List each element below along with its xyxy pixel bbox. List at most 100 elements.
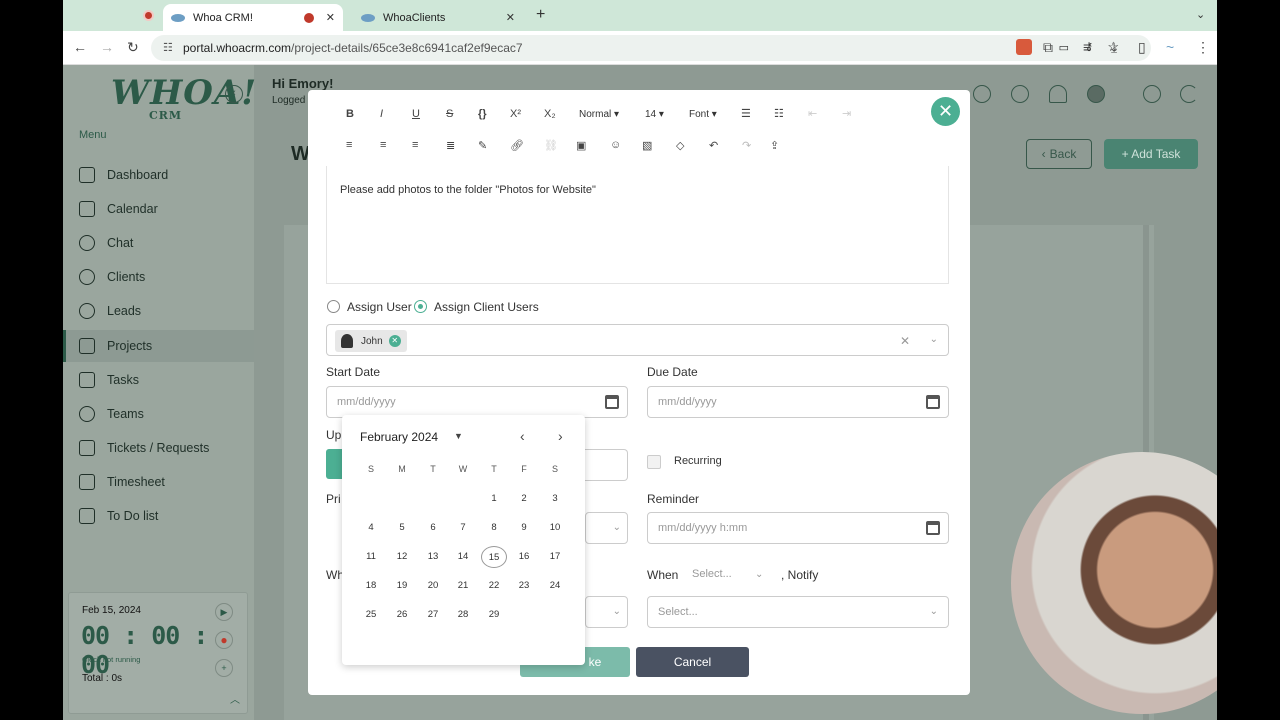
size-select[interactable]: 14 ▾: [645, 109, 664, 120]
redo-icon[interactable]: ↷: [742, 139, 751, 152]
sidebar-item-chat[interactable]: Chat: [63, 227, 254, 259]
chevron-down-icon[interactable]: ⌄: [1196, 8, 1205, 21]
camera-icon[interactable]: ▭: [1059, 41, 1069, 54]
calendar-day[interactable]: 15: [481, 546, 507, 568]
remove-chip-icon[interactable]: ✕: [388, 335, 401, 347]
calendar-icon[interactable]: [605, 395, 619, 409]
upload-icon[interactable]: ⇪: [770, 139, 779, 152]
calendar-day[interactable]: 29: [481, 604, 507, 626]
notification-bell-icon[interactable]: [1049, 85, 1067, 103]
calendar-day[interactable]: 10: [542, 517, 568, 539]
points-icon[interactable]: [1011, 85, 1029, 103]
calendar-day[interactable]: 1: [481, 488, 507, 510]
clear-icon[interactable]: ✕: [900, 334, 910, 348]
month-dropdown-icon[interactable]: ▼: [454, 431, 463, 441]
side-panel-icon[interactable]: ▯: [1138, 39, 1146, 56]
priority-select[interactable]: ⌄: [585, 512, 628, 544]
assign-client-users-radio[interactable]: [414, 300, 427, 313]
sidebar-item-dashboard[interactable]: Dashboard: [63, 159, 254, 191]
calendar-day[interactable]: 3: [542, 488, 568, 510]
calendar-day[interactable]: 26: [389, 604, 415, 626]
description-editor[interactable]: Please add photos to the folder "Photos …: [326, 166, 949, 284]
tab-whoa-clients[interactable]: WhoaClients ✕: [353, 4, 523, 31]
when-select[interactable]: Select...: [692, 568, 732, 580]
bullet-list-icon[interactable]: ☰: [741, 107, 751, 120]
sidebar-item-clients[interactable]: Clients: [63, 261, 254, 293]
calendar-icon[interactable]: [926, 521, 940, 535]
chevron-down-icon[interactable]: ⌄: [930, 334, 938, 345]
align-left-icon[interactable]: ≡: [346, 139, 352, 151]
more-menu-icon[interactable]: ⋮: [1196, 39, 1210, 56]
formula-icon[interactable]: ▣: [576, 139, 586, 152]
notify-select[interactable]: Select... ⌄: [647, 596, 949, 628]
strikethrough-icon[interactable]: S: [446, 108, 453, 120]
close-modal-button[interactable]: ✕: [931, 97, 960, 126]
record-icon[interactable]: [143, 10, 154, 21]
eraser-icon[interactable]: ◇: [676, 139, 684, 152]
calendar-day[interactable]: 22: [481, 575, 507, 597]
calendar-day[interactable]: 24: [542, 575, 568, 597]
chevron-right-icon[interactable]: ›: [558, 428, 563, 444]
site-info-icon[interactable]: ☷: [163, 41, 173, 54]
reminder-input[interactable]: mm/dd/yyyy h:mm: [647, 512, 949, 544]
add-time-icon[interactable]: +: [215, 659, 233, 677]
collapse-sidebar-icon[interactable]: ‹: [225, 85, 243, 103]
calendar-day[interactable]: 18: [358, 575, 384, 597]
sidebar-item-projects[interactable]: Projects: [63, 330, 254, 362]
italic-icon[interactable]: I: [380, 108, 383, 120]
align-right-icon[interactable]: ≡: [412, 139, 418, 151]
cancel-button[interactable]: Cancel: [636, 647, 749, 677]
calendar-day[interactable]: 7: [450, 517, 476, 539]
sidebar-item-timesheet[interactable]: Timesheet: [63, 466, 254, 498]
new-tab-icon[interactable]: +: [536, 6, 545, 24]
format-select[interactable]: Normal ▾: [579, 109, 619, 120]
sidebar-item-teams[interactable]: Teams: [63, 398, 254, 430]
bell-ring-icon[interactable]: [973, 85, 991, 103]
align-center-icon[interactable]: ≡: [380, 139, 386, 151]
calendar-day[interactable]: 19: [389, 575, 415, 597]
calendar-day[interactable]: 9: [511, 517, 537, 539]
add-task-button[interactable]: + Add Task: [1104, 139, 1198, 169]
calendar-day[interactable]: 5: [389, 517, 415, 539]
profile-icon[interactable]: ~: [1166, 39, 1174, 55]
chevron-down-icon[interactable]: ⌄: [755, 569, 763, 580]
emoji-icon[interactable]: ☺: [610, 139, 621, 151]
calendar-day[interactable]: 23: [511, 575, 537, 597]
back-button[interactable]: ‹ Back: [1026, 139, 1092, 169]
calendar-day[interactable]: 4: [358, 517, 384, 539]
underline-icon[interactable]: U: [412, 108, 420, 120]
link-icon[interactable]: 🔗︎: [510, 139, 524, 152]
record-stop-icon[interactable]: ●: [215, 631, 233, 649]
highlighter-icon[interactable]: ✎: [478, 139, 487, 152]
undo-icon[interactable]: ↶: [709, 139, 718, 152]
due-date-input[interactable]: mm/dd/yyyy: [647, 386, 949, 418]
chevron-left-icon[interactable]: ‹: [520, 428, 525, 444]
calendar-day[interactable]: 8: [481, 517, 507, 539]
subscript-icon[interactable]: X₂: [544, 108, 556, 120]
chevron-up-icon[interactable]: ︿: [230, 691, 240, 706]
calendar-day[interactable]: 21: [450, 575, 476, 597]
who-select[interactable]: ⌄: [585, 596, 628, 628]
reload-icon[interactable]: ↻: [127, 39, 139, 56]
sidebar-item-todo[interactable]: To Do list: [63, 500, 254, 532]
calendar-day[interactable]: 2: [511, 488, 537, 510]
extension-badge-icon[interactable]: [1016, 39, 1032, 55]
play-icon[interactable]: ▶: [215, 603, 233, 621]
puzzle-icon[interactable]: ⧉: [1043, 39, 1053, 56]
unlink-icon[interactable]: ⛓︎: [544, 139, 558, 152]
settings-gear-icon[interactable]: [1143, 85, 1161, 103]
sidebar-item-tickets[interactable]: Tickets / Requests: [63, 432, 254, 464]
back-arrow-icon[interactable]: ←: [73, 39, 87, 55]
calendar-day[interactable]: 14: [450, 546, 476, 568]
download-icon[interactable]: ⤓: [1111, 39, 1117, 56]
calendar-day[interactable]: 25: [358, 604, 384, 626]
calendar-day[interactable]: 16: [511, 546, 537, 568]
assign-user-radio[interactable]: [327, 300, 340, 313]
upload-button[interactable]: [326, 449, 342, 479]
font-select[interactable]: Font ▾: [689, 109, 717, 120]
indent-icon[interactable]: ⇥: [842, 107, 851, 120]
upload-field[interactable]: [585, 449, 628, 481]
numbered-list-icon[interactable]: ☷: [774, 107, 784, 120]
sidebar-item-calendar[interactable]: Calendar: [63, 193, 254, 225]
calendar-day[interactable]: 28: [450, 604, 476, 626]
